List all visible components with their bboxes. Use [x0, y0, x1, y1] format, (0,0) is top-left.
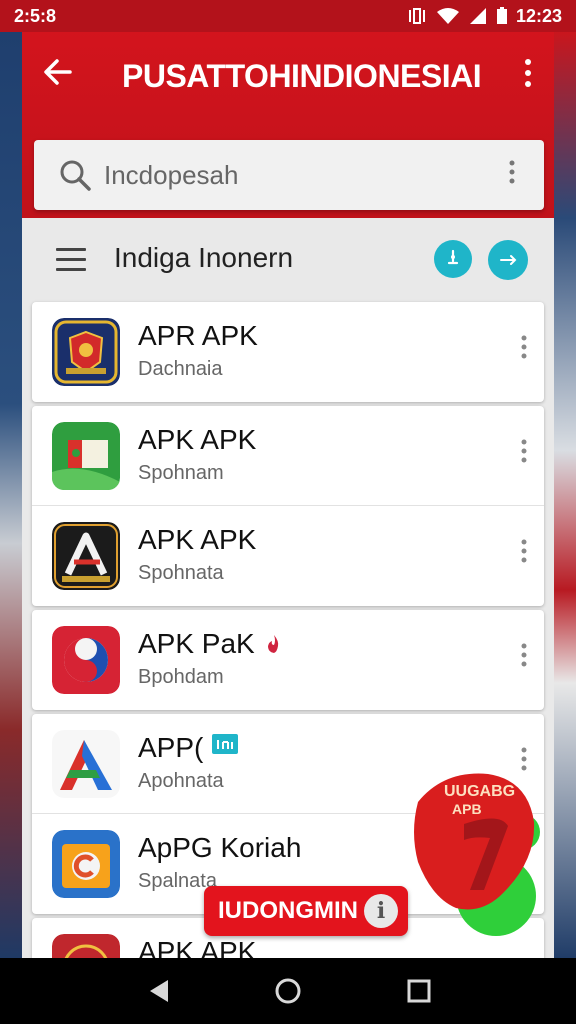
red-seal-icon	[52, 934, 120, 958]
search-bar[interactable]	[34, 140, 544, 210]
app-card: APK APK Spohnam APK APK Spohnata	[32, 406, 544, 606]
share-button[interactable]	[488, 240, 528, 280]
chat-button[interactable]	[434, 240, 472, 278]
app-name: APR APK	[138, 320, 258, 351]
app-subtitle: Apohnata	[138, 770, 224, 792]
app-bar: PUSATTOHINDIONESIAI	[22, 32, 554, 218]
signal-icon	[469, 8, 486, 24]
info-icon[interactable]: i	[364, 894, 398, 928]
search-icon	[60, 160, 91, 191]
app-name-text: APP(	[138, 732, 204, 763]
app-name: APP(	[138, 732, 239, 764]
back-button[interactable]	[38, 56, 78, 96]
app-subtitle: Spohnata	[138, 562, 224, 584]
share-bubble-icon	[500, 255, 517, 265]
app-subtitle: Dachnaia	[138, 358, 223, 380]
search-input[interactable]	[104, 156, 464, 194]
home-circle-icon[interactable]	[273, 976, 303, 1006]
section-title: Indiga Inonern	[114, 242, 294, 273]
tag-icon	[212, 734, 239, 754]
sub-header: Indiga Inonern	[22, 218, 554, 302]
badge-line2: APB	[452, 801, 482, 817]
app-name-text: APK PaK	[138, 628, 255, 659]
status-bar: 2:5:8 12:23	[0, 0, 576, 32]
system-nav-bar	[0, 958, 576, 1024]
page-title: PUSATTOHINDIONESIAI	[122, 58, 482, 94]
recents-square-icon[interactable]	[404, 976, 434, 1006]
app-card: APK PaK Bpohdam	[32, 610, 544, 710]
list-item[interactable]: APR APK Dachnaia	[32, 302, 544, 402]
badge-line1: UUGABG	[444, 783, 515, 800]
app-name: ApPG Koriah	[138, 832, 302, 863]
more-vert-icon[interactable]	[516, 640, 532, 680]
more-vert-icon[interactable]	[516, 436, 532, 476]
chat-icon	[447, 249, 459, 265]
overflow-menu-button[interactable]	[516, 58, 540, 94]
more-vert-icon	[509, 160, 515, 184]
more-vert-icon	[525, 59, 531, 87]
wifi-icon	[436, 8, 459, 24]
more-vert-icon[interactable]	[516, 332, 532, 372]
orange-c-icon	[52, 830, 120, 898]
coat-of-arms-icon	[52, 318, 120, 386]
letter-a-dark-icon	[52, 522, 120, 590]
hamburger-icon[interactable]	[56, 248, 86, 272]
app-name: APK APK	[138, 524, 257, 555]
info-toast[interactable]: IUDONGMIN i	[204, 886, 408, 936]
promo-badge[interactable]: UUGABG APB	[404, 762, 544, 942]
list-item[interactable]: APK APK Spohnata	[32, 506, 544, 606]
arrow-left-icon	[44, 59, 72, 85]
list-item[interactable]: APK APK Spohnam	[32, 406, 544, 506]
status-left-text: 2:5:8	[14, 5, 57, 26]
app-name: APK APK	[138, 424, 257, 455]
red-emblem-icon	[52, 626, 120, 694]
battery-icon	[496, 7, 507, 24]
green-flag-icon	[52, 422, 120, 490]
letter-a-color-icon	[52, 730, 120, 798]
search-more-button[interactable]	[502, 158, 522, 192]
app-subtitle: Spohnam	[138, 462, 224, 484]
status-icons: 12:23	[406, 6, 562, 27]
flame-icon	[267, 635, 278, 653]
status-time: 12:23	[515, 5, 562, 26]
vibrate-icon	[408, 8, 425, 24]
app-name: APK PaK	[138, 628, 285, 660]
back-triangle-icon[interactable]	[144, 976, 174, 1006]
list-item[interactable]: APK PaK Bpohdam	[32, 610, 544, 710]
app-card: APR APK Dachnaia	[32, 302, 544, 402]
app-name: APK APK	[138, 936, 257, 958]
more-vert-icon[interactable]	[516, 536, 532, 576]
app-subtitle: Bpohdam	[138, 666, 224, 688]
toast-label: IUDONGMIN	[218, 897, 358, 924]
